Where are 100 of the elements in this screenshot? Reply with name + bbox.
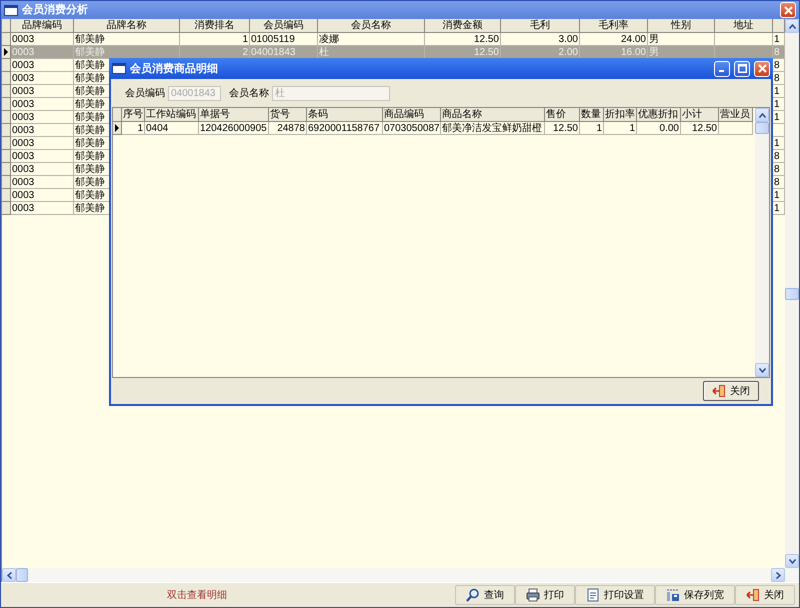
table-cell: 0003 (11, 137, 74, 150)
chevron-up-icon (788, 24, 796, 28)
chevron-up-icon (758, 112, 766, 118)
toolbar-button[interactable]: 查询 (455, 585, 515, 605)
chevron-right-icon (776, 572, 780, 578)
table-cell: 8 (773, 46, 785, 59)
scroll-left-button[interactable] (2, 568, 16, 582)
table-cell: 0003 (11, 59, 74, 72)
table-cell: 04001843 (250, 46, 318, 59)
table-cell: 1 (580, 122, 604, 135)
table-cell (719, 122, 753, 135)
window-icon (4, 4, 18, 16)
table-cell: 0003 (11, 189, 74, 202)
close-button[interactable] (780, 2, 796, 18)
close-button[interactable]: 关闭 (703, 381, 759, 401)
column-header[interactable]: 品牌编码 (11, 19, 74, 33)
table-cell: 12.50 (681, 122, 719, 135)
table-cell: 0003 (11, 124, 74, 137)
table-cell: 0003 (11, 150, 74, 163)
scroll-right-button[interactable] (771, 568, 785, 582)
scroll-thumb[interactable] (755, 122, 769, 134)
table-cell: 郁美净洁发宝鲜奶甜橙 (441, 122, 545, 135)
vertical-scrollbar[interactable] (785, 19, 799, 568)
table-cell: 杜 (318, 46, 425, 59)
table-cell: 1 (122, 122, 145, 135)
door-arrow-icon (746, 588, 760, 602)
table-cell: 0003 (11, 46, 74, 59)
table-cell: 2 (180, 46, 250, 59)
column-header[interactable]: 售价 (545, 108, 580, 122)
column-header[interactable]: 品牌名称 (74, 19, 180, 33)
columns-disk-icon (666, 588, 680, 602)
table-cell: 12.50 (425, 46, 501, 59)
row-header[interactable] (113, 122, 122, 135)
table-cell: 0404 (145, 122, 199, 135)
table-cell: 0.00 (637, 122, 681, 135)
column-header[interactable]: 条码 (307, 108, 383, 122)
column-header[interactable]: 货号 (269, 108, 307, 122)
table-cell: 1 (604, 122, 637, 135)
window-icon (112, 63, 126, 74)
door-arrow-icon (712, 384, 726, 398)
column-header[interactable]: 商品名称 (441, 108, 545, 122)
column-header[interactable]: 毛利 (501, 19, 580, 33)
document-icon (586, 588, 600, 602)
table-cell: 16.00 (580, 46, 648, 59)
maximize-button[interactable] (734, 60, 750, 76)
column-header[interactable]: 消费排名 (180, 19, 250, 33)
column-header[interactable]: 单据号 (199, 108, 269, 122)
toolbar-button[interactable]: 关闭 (735, 585, 795, 605)
scroll-down-button[interactable] (785, 554, 799, 568)
column-header[interactable]: 会员编码 (250, 19, 318, 33)
row-header[interactable] (2, 46, 11, 59)
column-header[interactable] (773, 19, 785, 33)
column-header[interactable]: 小计 (681, 108, 719, 122)
column-header[interactable]: 会员名称 (318, 19, 425, 33)
table-cell: 6920001158767 (307, 122, 383, 135)
printer-icon (526, 588, 540, 602)
close-button[interactable] (754, 60, 770, 76)
toolbar-button[interactable]: 打印设置 (575, 585, 655, 605)
chevron-left-icon (6, 572, 12, 578)
scroll-down-button[interactable] (755, 363, 769, 377)
close-icon (784, 6, 792, 14)
scroll-up-button[interactable] (785, 19, 799, 33)
table-cell: 0003 (11, 202, 74, 215)
column-header[interactable]: 数量 (580, 108, 604, 122)
column-header[interactable]: 毛利率 (580, 19, 648, 33)
window-title: 会员消费分析 (22, 3, 88, 17)
table-cell: 0703050087 (383, 122, 441, 135)
minimize-button[interactable] (714, 60, 730, 76)
table-cell (715, 46, 773, 59)
scroll-up-button[interactable] (755, 108, 769, 122)
vertical-scrollbar[interactable] (755, 108, 769, 377)
horizontal-scrollbar[interactable] (1, 568, 799, 582)
table-cell: 郁美静 (74, 46, 180, 59)
column-header[interactable]: 折扣率 (604, 108, 637, 122)
column-header[interactable]: 商品编码 (383, 108, 441, 122)
column-header[interactable]: 消费金额 (425, 19, 501, 33)
column-header[interactable]: 营业员 (719, 108, 753, 122)
table-cell: 0003 (11, 72, 74, 85)
scroll-thumb[interactable] (16, 568, 28, 582)
column-header[interactable]: 工作站编码 (145, 108, 199, 122)
table-cell: 0003 (11, 176, 74, 189)
magnifier-icon (466, 588, 480, 602)
row-pointer-icon (115, 124, 119, 132)
table-cell: 0003 (11, 85, 74, 98)
maximize-icon (738, 64, 746, 73)
table-cell: 0003 (11, 163, 74, 176)
chevron-down-icon (788, 558, 796, 564)
column-header[interactable]: 性别 (648, 19, 715, 33)
table-cell: 0003 (11, 98, 74, 111)
column-header[interactable]: 优惠折扣 (637, 108, 681, 122)
table-cell: 2.00 (501, 46, 580, 59)
scroll-thumb[interactable] (785, 288, 799, 300)
toolbar-button[interactable]: 保存列宽 (655, 585, 735, 605)
hint-text: 双击查看明细 (167, 588, 227, 602)
column-header[interactable]: 地址 (715, 19, 773, 33)
column-header[interactable]: 序号 (122, 108, 145, 122)
table-cell: 24878 (269, 122, 307, 135)
toolbar-button[interactable]: 打印 (515, 585, 575, 605)
row-pointer-icon (4, 48, 8, 56)
close-icon (758, 64, 766, 73)
